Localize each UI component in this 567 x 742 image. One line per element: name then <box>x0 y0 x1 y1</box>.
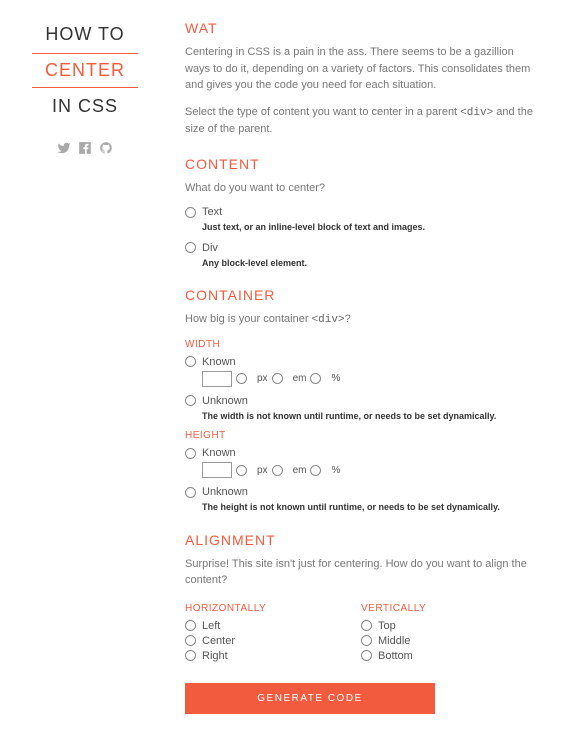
radio-icon[interactable] <box>310 465 321 476</box>
radio-right[interactable]: Right <box>185 650 361 662</box>
radio-icon[interactable] <box>236 465 247 476</box>
radio-height-unknown[interactable]: Unknown <box>185 486 537 498</box>
radio-icon[interactable] <box>310 373 321 384</box>
logo-line-1: HOW TO <box>20 20 150 49</box>
radio-content-text[interactable]: Text <box>185 206 537 218</box>
radio-bottom[interactable]: Bottom <box>361 650 537 662</box>
radio-center[interactable]: Center <box>185 635 361 647</box>
section-content: CONTENT What do you want to center? Text… <box>185 156 537 270</box>
vert-subhead: VERTICALLY <box>361 603 537 614</box>
container-question: How big is your container <div>? <box>185 311 537 329</box>
col-vertical: VERTICALLY Top Middle Bottom <box>361 599 537 665</box>
facebook-icon[interactable] <box>78 141 92 158</box>
logo-line-3: IN CSS <box>20 92 150 121</box>
radio-icon <box>185 356 196 367</box>
radio-left[interactable]: Left <box>185 620 361 632</box>
radio-icon <box>185 395 196 406</box>
height-value-row: px em % <box>202 462 537 478</box>
radio-icon[interactable] <box>236 373 247 384</box>
inline-code: <div> <box>312 314 345 326</box>
height-subhead: HEIGHT <box>185 430 537 441</box>
hint-text: Just text, or an inline-level block of t… <box>202 221 537 234</box>
section-wat: WAT Centering in CSS is a pain in the as… <box>185 20 537 138</box>
section-alignment: ALIGNMENT Surprise! This site isn't just… <box>185 532 537 665</box>
radio-width-unknown[interactable]: Unknown <box>185 395 537 407</box>
radio-icon <box>185 448 196 459</box>
radio-top[interactable]: Top <box>361 620 537 632</box>
hint-width-unknown: The width is not known until runtime, or… <box>202 410 537 423</box>
alignment-heading: ALIGNMENT <box>185 532 537 548</box>
radio-icon <box>361 650 372 661</box>
radio-height-known[interactable]: Known <box>185 447 537 459</box>
width-subhead: WIDTH <box>185 339 537 350</box>
radio-icon <box>185 207 196 218</box>
twitter-icon[interactable] <box>57 141 71 158</box>
content-heading: CONTENT <box>185 156 537 172</box>
radio-icon <box>185 487 196 498</box>
radio-icon <box>185 242 196 253</box>
logo: HOW TO CENTER IN CSS <box>20 20 150 121</box>
radio-width-known[interactable]: Known <box>185 356 537 368</box>
sidebar: HOW TO CENTER IN CSS <box>20 20 150 714</box>
content-question: What do you want to center? <box>185 180 537 197</box>
col-horizontal: HORIZONTALLY Left Center Right <box>185 599 361 665</box>
radio-middle[interactable]: Middle <box>361 635 537 647</box>
width-input[interactable] <box>202 371 232 387</box>
container-heading: CONTAINER <box>185 287 537 303</box>
wat-p2: Select the type of content you want to c… <box>185 104 537 138</box>
generate-code-button[interactable]: GENERATE CODE <box>185 683 435 714</box>
radio-icon[interactable] <box>272 465 283 476</box>
radio-icon <box>185 620 196 631</box>
radio-icon <box>361 620 372 631</box>
github-icon[interactable] <box>99 141 113 158</box>
wat-p1: Centering in CSS is a pain in the ass. T… <box>185 44 537 94</box>
alignment-question: Surprise! This site isn't just for cente… <box>185 556 537 589</box>
height-input[interactable] <box>202 462 232 478</box>
width-value-row: px em % <box>202 371 537 387</box>
hint-div: Any block-level element. <box>202 257 537 270</box>
horiz-subhead: HORIZONTALLY <box>185 603 361 614</box>
radio-content-div[interactable]: Div <box>185 242 537 254</box>
section-container: CONTAINER How big is your container <div… <box>185 287 537 514</box>
radio-icon <box>361 635 372 646</box>
wat-heading: WAT <box>185 20 537 36</box>
inline-code: <div> <box>460 107 493 119</box>
social-links <box>20 141 150 158</box>
hint-height-unknown: The height is not known until runtime, o… <box>202 501 537 514</box>
radio-icon <box>185 635 196 646</box>
radio-icon <box>185 650 196 661</box>
main-content: WAT Centering in CSS is a pain in the as… <box>150 20 537 714</box>
radio-icon[interactable] <box>272 373 283 384</box>
logo-line-2: CENTER <box>32 53 138 88</box>
